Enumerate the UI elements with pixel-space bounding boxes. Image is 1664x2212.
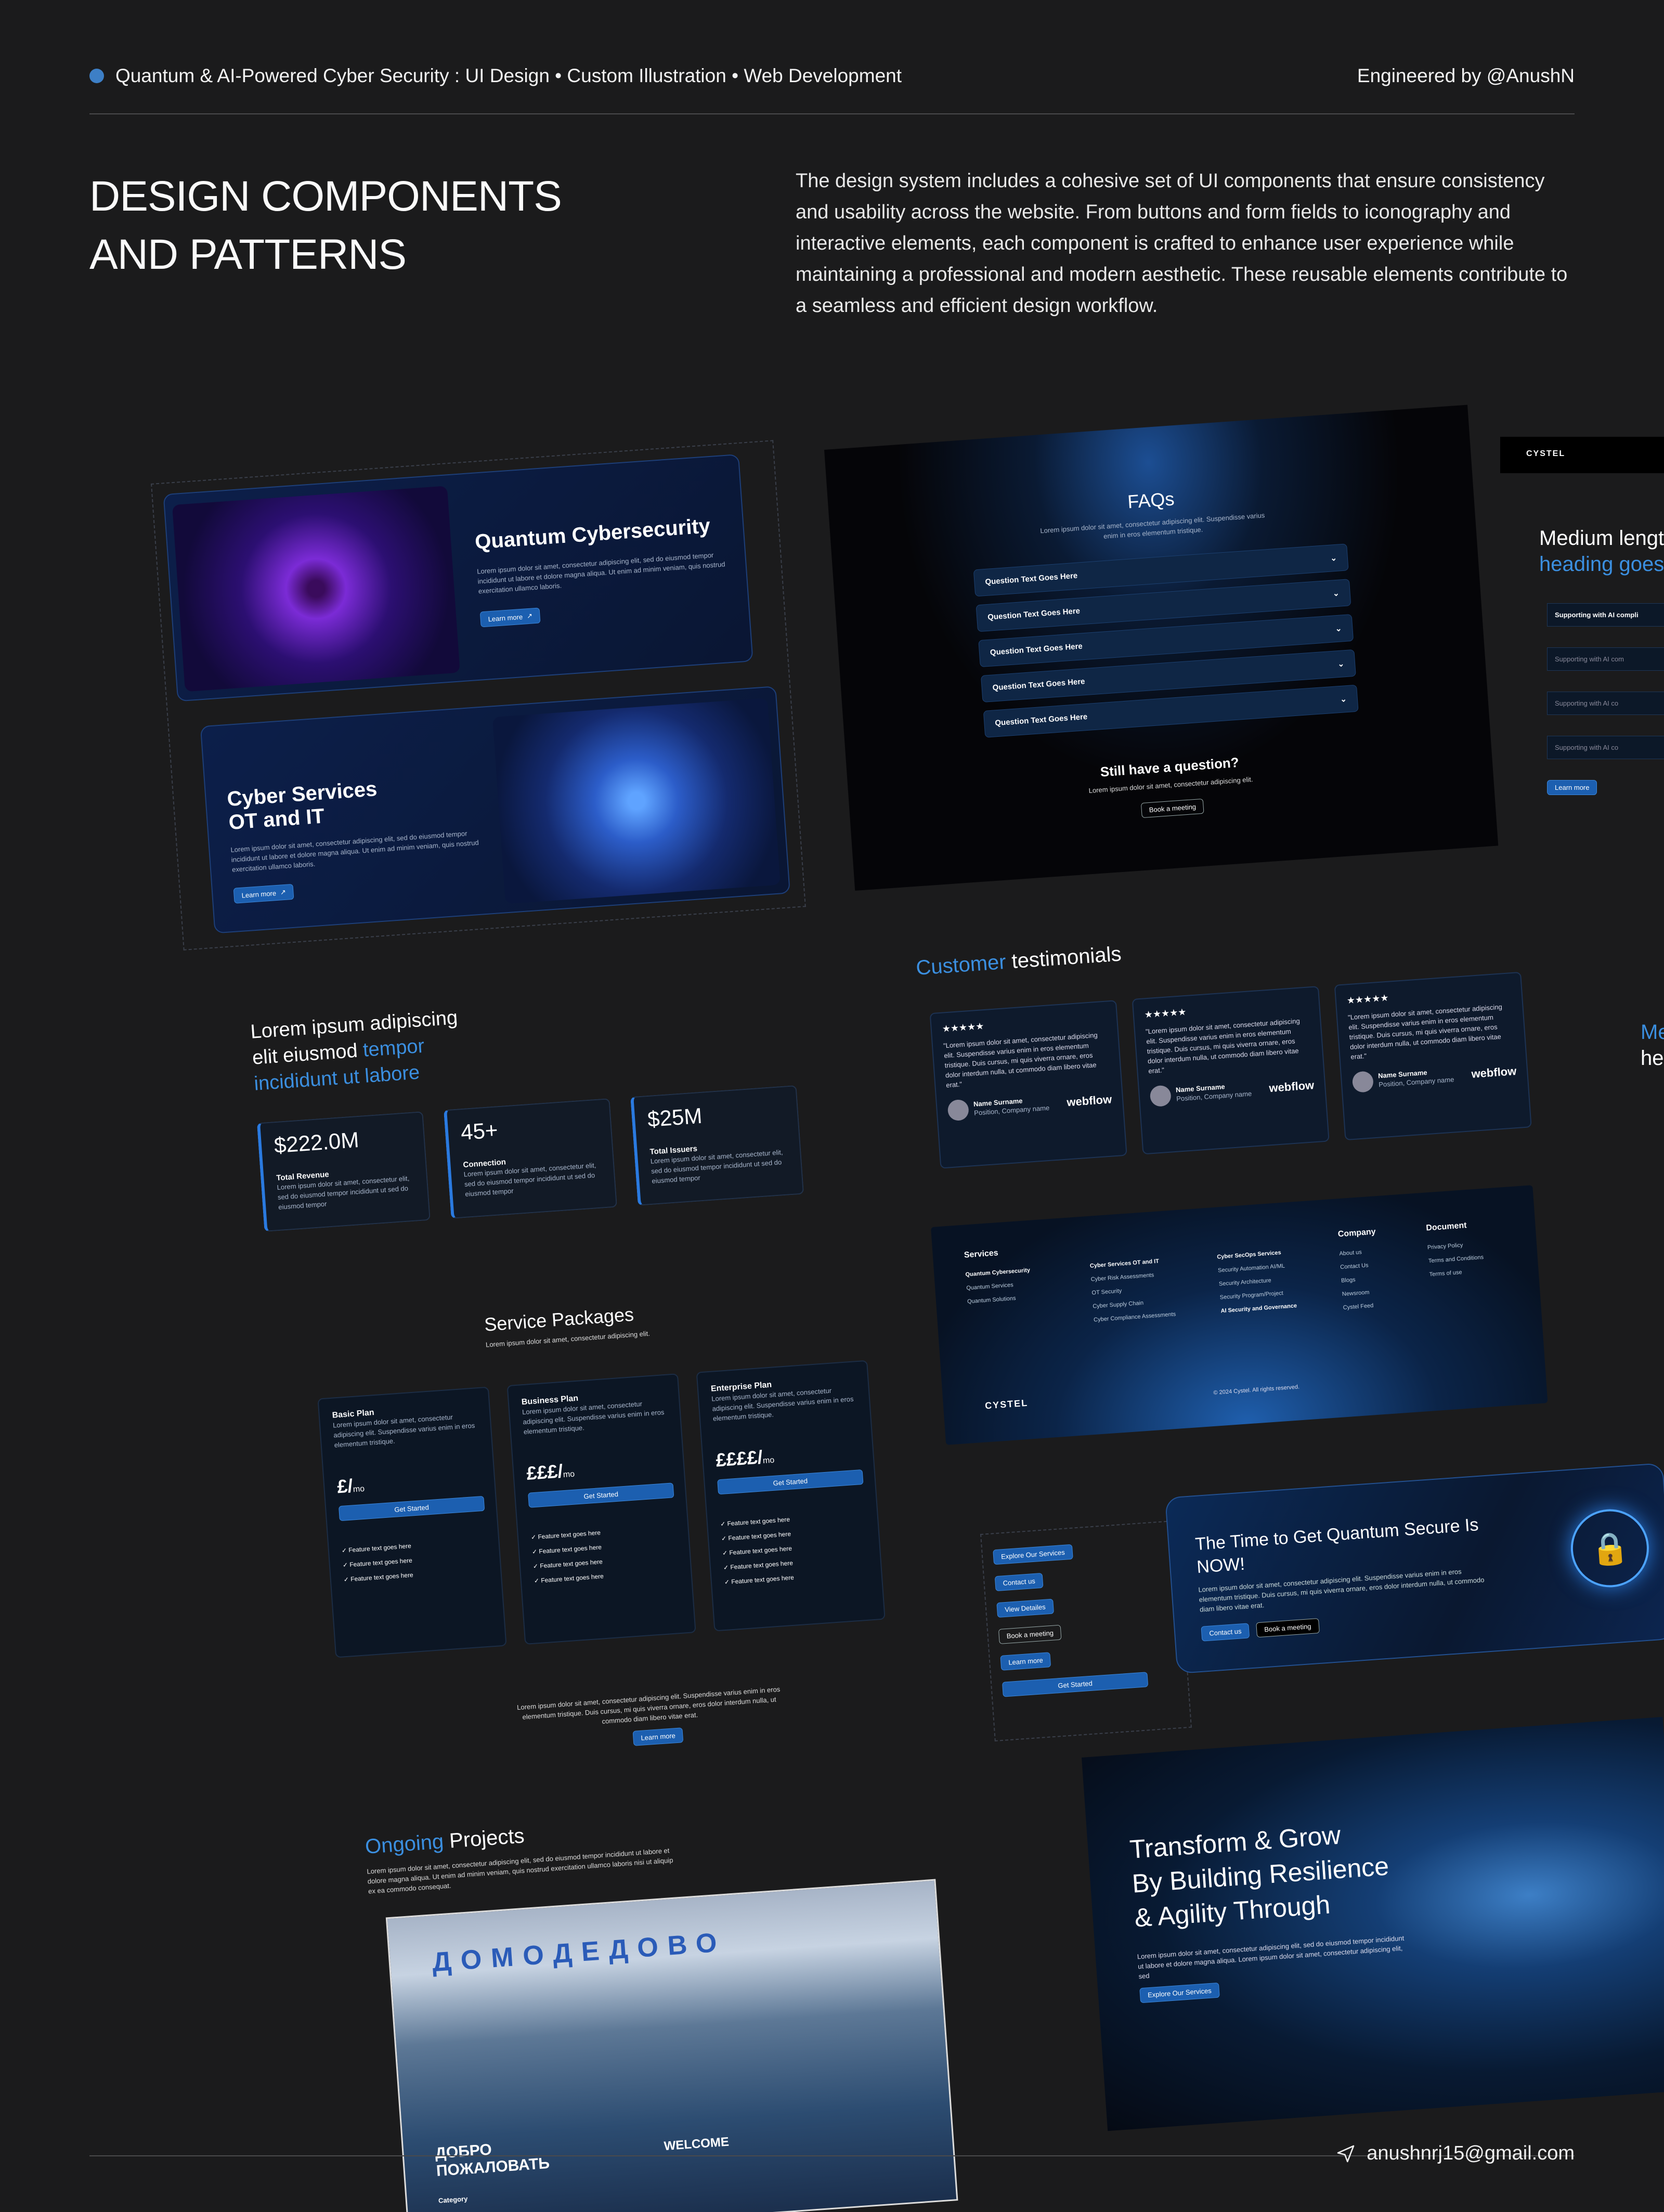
contact-us-button[interactable]: Contact us [1201, 1623, 1250, 1642]
feature-body: Lorem ipsum dolor sit amet, consectetur … [476, 551, 725, 595]
section-title-line2: AND PATTERNS [89, 231, 407, 278]
stat-card: $222.0M Total Revenue Lorem ipsum dolor … [256, 1111, 431, 1232]
learn-more-button[interactable]: Learn more [1547, 780, 1597, 795]
feature-title: Quantum Cybersecurity [474, 514, 711, 554]
testimonials-section: Customer testimonials ★★★★★ "Lorem ipsum… [915, 913, 1553, 1180]
project-line-text: Quantum & AI-Powered Cyber Security : UI… [115, 65, 902, 86]
projects-section: Ongoing Projects Lorem ipsum dolor sit a… [364, 1787, 1013, 2212]
section-description: The design system includes a cohesive se… [796, 170, 1568, 317]
book-meeting-button[interactable]: Book a meeting [998, 1624, 1062, 1644]
feature-cards-group: Quantum Cybersecurity Lorem ipsum dolor … [151, 440, 806, 951]
book-meeting-button[interactable]: Book a meeting [1256, 1618, 1320, 1638]
hero-banner: Transform & Grow By Building Resilience … [1082, 1716, 1664, 2131]
faq-section: FAQs Lorem ipsum dolor sit amet, consect… [824, 405, 1499, 891]
plan-card: Business Plan Lorem ipsum dolor sit amet… [506, 1373, 696, 1645]
feature-card-cyber[interactable]: Cyber Services OT and IT Lorem ipsum dol… [200, 686, 790, 934]
chain-illustration [492, 698, 781, 904]
side-heading-accent: heading goes [1539, 553, 1664, 576]
learn-more-button[interactable]: Learn more [1000, 1652, 1051, 1671]
chevron-down-icon: ⌄ [1332, 589, 1340, 598]
send-icon [1337, 2145, 1355, 2162]
chevron-down-icon: ⌄ [1337, 659, 1345, 669]
chevron-down-icon: ⌄ [1335, 624, 1343, 634]
side-item[interactable]: Supporting with AI co [1547, 692, 1664, 715]
button-palette: Explore Our Services Contact us View Det… [980, 1520, 1192, 1742]
stats-section: Lorem ipsum adipiscing elit eiusmod temp… [250, 979, 835, 1232]
webflow-logo: webflow [1471, 1064, 1517, 1081]
testimonials-title: Customer testimonials [915, 942, 1122, 980]
book-meeting-button[interactable]: Book a meeting [1140, 798, 1204, 818]
pricing-section: Service Packages Lorem ipsum dolor sit a… [312, 1279, 941, 1777]
testimonial-card: ★★★★★ "Lorem ipsum dolor sit amet, conse… [1132, 986, 1330, 1155]
side-fragment-heading: Me he [1641, 1021, 1664, 1070]
cystel-logo: CYSTEL [984, 1397, 1029, 1411]
avatar [1149, 1085, 1172, 1108]
feature-body: Lorem ipsum dolor sit amet, consectetur … [230, 829, 479, 874]
learn-more-button[interactable]: Learn more ↗ [233, 883, 294, 904]
plan-card: Basic Plan Lorem ipsum dolor sit amet, c… [317, 1386, 507, 1658]
testimonial-card: ★★★★★ "Lorem ipsum dolor sit amet, conse… [929, 1000, 1127, 1169]
avatar [1351, 1071, 1374, 1093]
accent-dot-icon [89, 69, 104, 83]
explore-services-button[interactable]: Explore Our Services [993, 1544, 1073, 1565]
webflow-logo: webflow [1268, 1078, 1315, 1095]
explore-services-button[interactable]: Explore Our Services [1139, 1982, 1220, 2003]
testimonial-card: ★★★★★ "Lorem ipsum dolor sit amet, conse… [1334, 971, 1532, 1141]
avatar [947, 1099, 970, 1122]
side-item[interactable]: Supporting with AI compli [1547, 603, 1664, 627]
contact-us-button[interactable]: Contact us [994, 1572, 1044, 1592]
case-study-page: { "header": { "project_line": "Quantum &… [0, 0, 1664, 2212]
lock-icon: 🔒 [1568, 1506, 1652, 1590]
site-footer-mock: Services Quantum Cybersecurity Quantum Se… [931, 1185, 1548, 1445]
stat-card: 45+ Connection Lorem ipsum dolor sit ame… [444, 1098, 617, 1219]
cystel-logo: CYSTEL [1500, 437, 1664, 473]
galaxy-illustration [172, 486, 460, 692]
get-started-button[interactable]: Get Started [1002, 1672, 1149, 1697]
airport-photo: ДОМОДЕДОВО ДОБРО ПОЖАЛОВАТЬ WELCOME Cate… [385, 1879, 958, 2212]
stat-card: $25M Total Issuers Lorem ipsum dolor sit… [630, 1085, 804, 1206]
get-started-button[interactable]: Get Started [338, 1495, 485, 1521]
side-panel-fragment: CYSTEL Medium lengt heading goes Support… [1500, 437, 1664, 915]
chevron-down-icon: ⌄ [1340, 695, 1347, 704]
get-started-button[interactable]: Get Started [528, 1482, 674, 1508]
projects-title: Ongoing Projects [364, 1824, 525, 1858]
arrow-up-right-icon: ↗ [526, 611, 533, 620]
webflow-logo: webflow [1066, 1092, 1112, 1109]
arrow-up-right-icon: ↗ [280, 888, 287, 896]
project-line: Quantum & AI-Powered Cyber Security : UI… [89, 65, 902, 87]
side-item[interactable]: Supporting with AI com [1547, 647, 1664, 671]
page-header: Quantum & AI-Powered Cyber Security : UI… [89, 61, 1575, 90]
side-item[interactable]: Supporting with AI co [1547, 736, 1664, 759]
learn-more-button[interactable]: Learn more ↗ [479, 607, 541, 628]
get-started-button[interactable]: Get Started [717, 1469, 864, 1495]
divider-top [89, 113, 1575, 114]
learn-more-button[interactable]: Learn more [632, 1727, 684, 1746]
feature-card-quantum[interactable]: Quantum Cybersecurity Lorem ipsum dolor … [163, 453, 753, 702]
cta-banner: The Time to Get Quantum Secure Is NOW! L… [1165, 1463, 1664, 1674]
section-title-line1: DESIGN COMPONENTS [89, 173, 562, 220]
plan-card: Enterprise Plan Lorem ipsum dolor sit am… [696, 1360, 886, 1632]
contact-email[interactable]: anushnrj15@gmail.com [1335, 2142, 1575, 2165]
side-heading: Medium lengt [1539, 527, 1664, 550]
credit: Engineered by @AnushN [1357, 65, 1575, 86]
view-details-button[interactable]: View Detailes [996, 1598, 1054, 1618]
section-title: DESIGN COMPONENTS AND PATTERNS [89, 167, 609, 284]
email-text: anushnrj15@gmail.com [1367, 2142, 1575, 2164]
stats-heading: Lorem ipsum adipiscing elit eiusmod temp… [250, 1007, 459, 1095]
hero-title: Transform & Grow By Building Resilience … [1128, 1820, 1390, 1933]
chevron-down-icon: ⌄ [1330, 553, 1337, 563]
